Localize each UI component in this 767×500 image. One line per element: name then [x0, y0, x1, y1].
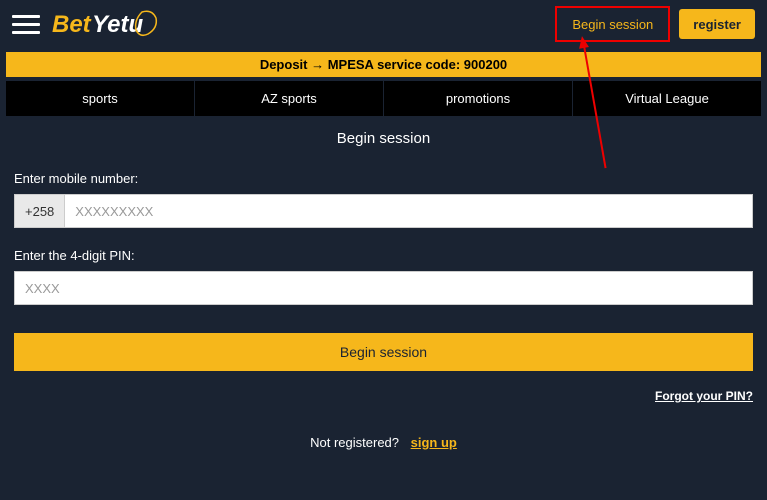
- login-button[interactable]: Begin session: [558, 9, 667, 39]
- pin-label: Enter the 4-digit PIN:: [14, 248, 753, 263]
- logo[interactable]: Bet Yetu: [52, 4, 162, 44]
- nav-sports[interactable]: sports: [6, 81, 195, 116]
- nav-az-sports[interactable]: AZ sports: [195, 81, 384, 116]
- forgot-pin-link[interactable]: Forgot your PIN?: [655, 389, 753, 403]
- page-title: Begin session: [0, 116, 767, 161]
- nav-promotions[interactable]: promotions: [384, 81, 573, 116]
- submit-login-button[interactable]: Begin session: [14, 333, 753, 371]
- signup-link[interactable]: sign up: [411, 435, 457, 450]
- top-bar: Bet Yetu Begin session register: [0, 0, 767, 48]
- register-button[interactable]: register: [679, 9, 755, 39]
- nav-virtual-league[interactable]: Virtual League: [573, 81, 761, 116]
- logo-text-bet: Bet: [52, 11, 92, 38]
- login-form: Enter mobile number: +258 Enter the 4-di…: [0, 161, 767, 450]
- mobile-input[interactable]: [64, 194, 753, 228]
- deposit-banner: Deposit → MPESA service code: 900200: [6, 52, 761, 77]
- forgot-pin-row: Forgot your PIN?: [14, 389, 753, 403]
- pin-input[interactable]: [14, 271, 753, 305]
- signup-row: Not registered? sign up: [14, 435, 753, 450]
- phone-row: +258: [14, 194, 753, 228]
- menu-icon[interactable]: [12, 10, 40, 38]
- phone-prefix: +258: [14, 194, 64, 228]
- main-nav: sports AZ sports promotions Virtual Leag…: [6, 81, 761, 116]
- mobile-label: Enter mobile number:: [14, 171, 753, 186]
- not-registered-label: Not registered?: [310, 435, 399, 450]
